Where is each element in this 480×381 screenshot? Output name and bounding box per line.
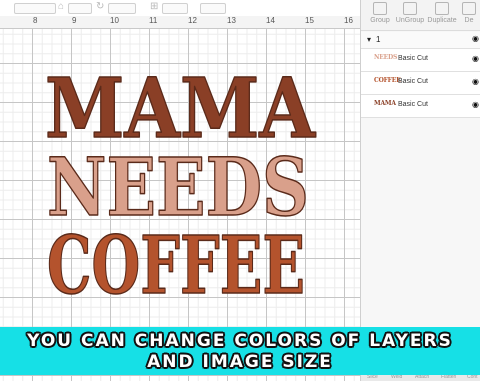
group-icon (373, 2, 387, 15)
layer-tools-bar: Group UnGroup Duplicate De (361, 0, 480, 31)
banner-line-1: YOU CAN CHANGE COLORS OF LAYERS (27, 331, 453, 351)
group-label: Group (370, 17, 390, 24)
ruler-tick: 13 (227, 16, 236, 25)
ruler-tick: 10 (110, 16, 119, 25)
ruler-tick: 11 (149, 16, 158, 25)
ruler-tick: 9 (72, 16, 77, 25)
panel-bottom-bar: Slice Weld Attach Flatten Cont (361, 374, 480, 381)
layer-group-row[interactable]: ▾ 1 ◉ (361, 32, 480, 49)
banner-line-2: AND IMAGE SIZE (147, 352, 333, 372)
ungroup-label: UnGroup (395, 17, 425, 24)
delete-label: De (464, 17, 474, 24)
eye-icon[interactable]: ◉ (472, 34, 479, 43)
rotate-field[interactable] (108, 3, 136, 14)
duplicate-icon (435, 2, 449, 15)
duplicate-button[interactable]: Duplicate (423, 2, 461, 24)
group-name: 1 (376, 35, 381, 44)
ruler-tick: 16 (344, 16, 353, 25)
layer-thumbnail: NEEDS (374, 54, 398, 61)
position-icon[interactable]: ⊞ (150, 1, 158, 12)
eye-icon[interactable]: ◉ (472, 54, 479, 63)
ruler-tick: 12 (188, 16, 197, 25)
layer-thumbnail: MAMA (374, 100, 396, 107)
height-field[interactable] (68, 3, 92, 14)
top-toolbar: ⌂ ↻ ⊞ (0, 0, 360, 17)
chevron-down-icon[interactable]: ▾ (367, 35, 371, 44)
promo-banner: YOU CAN CHANGE COLORS OF LAYERS AND IMAG… (0, 327, 480, 375)
design-line-coffee[interactable]: COFFEE (46, 217, 306, 313)
delete-button[interactable]: De (457, 2, 480, 24)
design-artwork[interactable]: MAMA NEEDS COFFEE (0, 29, 360, 327)
layer-thumbnail: COFFEE (374, 77, 401, 84)
ruler-tick: 14 (266, 16, 275, 25)
lock-icon[interactable]: ⌂ (58, 1, 64, 12)
layer-name: Basic Cut (398, 101, 428, 108)
layer-name: Basic Cut (398, 55, 428, 62)
layer-row[interactable]: COFFEE Basic Cut ◉ (361, 72, 480, 95)
horizontal-ruler: 8 9 10 11 12 13 14 15 16 (0, 16, 360, 29)
width-field[interactable] (14, 3, 56, 14)
layer-row[interactable]: MAMA Basic Cut ◉ (361, 95, 480, 118)
position-y-field[interactable] (200, 3, 226, 14)
ungroup-icon (403, 2, 417, 15)
eye-icon[interactable]: ◉ (472, 77, 479, 86)
duplicate-label: Duplicate (427, 17, 457, 24)
rotate-icon[interactable]: ↻ (96, 1, 104, 12)
delete-icon (462, 2, 476, 15)
layers-panel: Group UnGroup Duplicate De ▾ 1 ◉ NEEDS B… (360, 0, 480, 381)
eye-icon[interactable]: ◉ (472, 100, 479, 109)
layer-row[interactable]: NEEDS Basic Cut ◉ (361, 49, 480, 72)
position-x-field[interactable] (162, 3, 188, 14)
layer-name: Basic Cut (398, 78, 428, 85)
ruler-tick: 8 (33, 16, 38, 25)
ruler-tick: 15 (305, 16, 314, 25)
